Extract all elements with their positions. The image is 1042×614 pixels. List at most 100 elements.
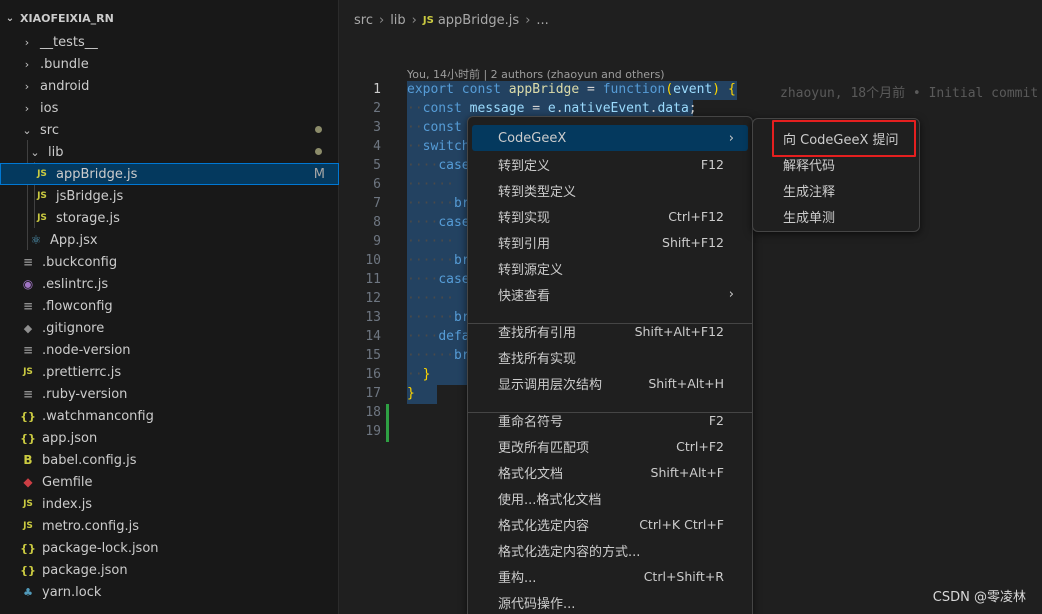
tree-item-label: .gitignore: [42, 320, 105, 336]
tree-item-flowconfig[interactable]: ≡ .flowconfig: [0, 295, 339, 317]
project-name: XIAOFEIXIA_RN: [20, 11, 114, 25]
breadcrumb-file[interactable]: appBridge.js: [438, 13, 519, 28]
tree-item-lib[interactable]: ⌄ lib: [0, 141, 339, 163]
token: const: [422, 120, 462, 135]
submenu-item-2[interactable]: 解释代码: [757, 151, 915, 177]
line-number: 4: [373, 139, 381, 154]
menu-item-cmd-9[interactable]: 显示调用层次结构 Shift+Alt+H: [472, 370, 748, 396]
git-modified-badge: M: [313, 166, 325, 182]
menu-item-cmd-1[interactable]: 转到定义 F12: [472, 151, 748, 177]
lines-file-icon: ≡: [22, 387, 34, 401]
menu-item-shortcut: F2: [708, 412, 724, 428]
chevron-right-icon: ›: [378, 12, 385, 28]
chevron-right-icon: ›: [411, 12, 417, 28]
json-file-icon: {}: [20, 431, 36, 445]
line-number: 17: [365, 386, 381, 401]
chevron-down-icon: ⌄: [5, 12, 15, 24]
line-number: 2: [373, 101, 381, 116]
breadcrumb-lib[interactable]: lib: [390, 13, 405, 28]
js-file-icon: JS: [422, 14, 434, 26]
tree-item-bundle[interactable]: › .bundle: [0, 53, 339, 75]
tree-item-storage-js[interactable]: JS storage.js: [0, 207, 339, 229]
breadcrumb: src › lib › JS appBridge.js › ...: [340, 0, 1042, 40]
token: {: [727, 82, 736, 97]
codelens-blame[interactable]: You, 14小时前 | 2 authors (zhaoyun and othe…: [407, 66, 665, 82]
tree-item-prettierrc-js[interactable]: JS .prettierrc.js: [0, 361, 339, 383]
breadcrumb-src[interactable]: src: [354, 13, 373, 28]
explorer-project-header[interactable]: ⌄ XIAOFEIXIA_RN: [0, 7, 114, 29]
tree-item-babel-config-js[interactable]: Bbabel.config.js: [0, 449, 339, 471]
menu-item-cmd-7[interactable]: 查找所有引用 Shift+Alt+F12: [472, 318, 748, 344]
menu-item-label: 源代码操作...: [498, 596, 576, 612]
tree-item-label: .bundle: [40, 56, 89, 72]
chevron-down-icon: ⌄: [22, 123, 32, 137]
tree-item-index-js[interactable]: JS index.js: [0, 493, 339, 515]
token: case: [438, 215, 470, 230]
token: ;: [688, 101, 697, 116]
menu-item-shortcut: Shift+F12: [662, 234, 724, 250]
tree-item-app-jsx[interactable]: ⚛ App.jsx: [0, 229, 339, 251]
line-number: 14: [365, 329, 381, 344]
tree-item-jsbridge-js[interactable]: JS jsBridge.js: [0, 185, 339, 207]
yarn-file-icon: ♣: [23, 585, 33, 599]
menu-item-cmd-3[interactable]: 转到实现 Ctrl+F12: [472, 203, 748, 229]
menu-item-cmd-14[interactable]: 格式化选定内容 Ctrl+K Ctrl+F: [472, 511, 748, 537]
token: switch: [422, 139, 470, 154]
chevron-right-icon: ›: [24, 79, 30, 93]
tree-item-app-json[interactable]: {} app.json: [0, 427, 339, 449]
menu-item-cmd-13[interactable]: 使用...格式化文档: [472, 485, 748, 511]
tree-item-appbridge-js[interactable]: JS appBridge.js M: [0, 163, 339, 185]
menu-item-cmd-12[interactable]: 格式化文档 Shift+Alt+F: [472, 459, 748, 485]
menu-item-cmd-11[interactable]: 更改所有匹配项 Ctrl+F2: [472, 433, 748, 459]
breadcrumb-symbol[interactable]: ...: [536, 13, 548, 28]
line-number: 13: [365, 310, 381, 325]
menu-item-label: 查找所有实现: [498, 351, 577, 367]
json-file-icon: {}: [20, 563, 36, 577]
lines-file-icon: ≡: [22, 299, 34, 313]
menu-item-cmd-17[interactable]: 源代码操作...: [472, 589, 748, 614]
tree-item-yarn-lock[interactable]: ♣ yarn.lock: [0, 581, 339, 603]
tree-item-android[interactable]: › android: [0, 75, 339, 97]
tree-item-label: package-lock.json: [42, 540, 159, 556]
submenu-item-4[interactable]: 生成单测: [757, 203, 915, 229]
menu-item-cmd-5[interactable]: 转到源定义: [472, 255, 748, 281]
tree-item-node-version[interactable]: ≡ .node-version: [0, 339, 339, 361]
tree-item-package-json[interactable]: {} package.json: [0, 559, 339, 581]
line-number: 10: [365, 253, 381, 268]
tree-item-package-lock-json[interactable]: {} package-lock.json: [0, 537, 339, 559]
submenu-item-1[interactable]: 向 CodeGeeX 提问: [757, 125, 915, 151]
chevron-right-icon: ›: [728, 130, 734, 146]
line-number: 18: [365, 405, 381, 420]
tree-item-label: .buckconfig: [42, 254, 118, 270]
tree-item-gemfile[interactable]: ◆ Gemfile: [0, 471, 339, 493]
token: defa: [438, 329, 470, 344]
menu-item-shortcut: F12: [700, 156, 724, 172]
tree-item-ios[interactable]: › ios: [0, 97, 339, 119]
tree-item-buckconfig[interactable]: ≡ .buckconfig: [0, 251, 339, 273]
tree-item-watchmanconfig[interactable]: {} .watchmanconfig: [0, 405, 339, 427]
menu-item-cmd-2[interactable]: 转到类型定义: [472, 177, 748, 203]
json-file-icon: {}: [20, 409, 36, 423]
menu-item-cmd-4[interactable]: 转到引用 Shift+F12: [472, 229, 748, 255]
explorer-sidebar: ⌄ XIAOFEIXIA_RN › __tests__ › .bundle › andro…: [0, 0, 339, 614]
menu-item-cmd-15[interactable]: 格式化选定内容的方式...: [472, 537, 748, 563]
tree-item-label: .eslintrc.js: [42, 276, 109, 292]
tree-item-eslintrc-js[interactable]: ◉ .eslintrc.js: [0, 273, 339, 295]
editor-context-menu: CodeGeeX › 转到定义 F12 转到类型定义 转到实现 Ctrl+F12 转到引用 Sh…: [467, 116, 753, 614]
menu-item-cmd-16[interactable]: 重构... Ctrl+Shift+R: [472, 563, 748, 589]
code-line-9: ······: [407, 234, 454, 249]
tree-item-metro-config-js[interactable]: JS metro.config.js: [0, 515, 339, 537]
menu-item-label: 格式化选定内容的方式...: [498, 544, 641, 560]
tree-item-label: Gemfile: [42, 474, 93, 490]
menu-item-codegeex[interactable]: CodeGeeX ›: [472, 125, 748, 151]
tree-item-gitignore[interactable]: ◆ .gitignore: [0, 317, 339, 339]
submenu-item-3[interactable]: 生成注释: [757, 177, 915, 203]
menu-item-cmd-6[interactable]: 快速查看 ›: [472, 281, 748, 307]
token: export: [407, 82, 454, 97]
tree-item-tests[interactable]: › __tests__: [0, 31, 339, 53]
menu-item-cmd-10[interactable]: 重命名符号 F2: [472, 407, 748, 433]
tree-item-ruby-version[interactable]: ≡ .ruby-version: [0, 383, 339, 405]
menu-item-cmd-8[interactable]: 查找所有实现: [472, 344, 748, 370]
modified-dot-icon: [315, 148, 322, 155]
tree-item-src[interactable]: ⌄ src: [0, 119, 339, 141]
